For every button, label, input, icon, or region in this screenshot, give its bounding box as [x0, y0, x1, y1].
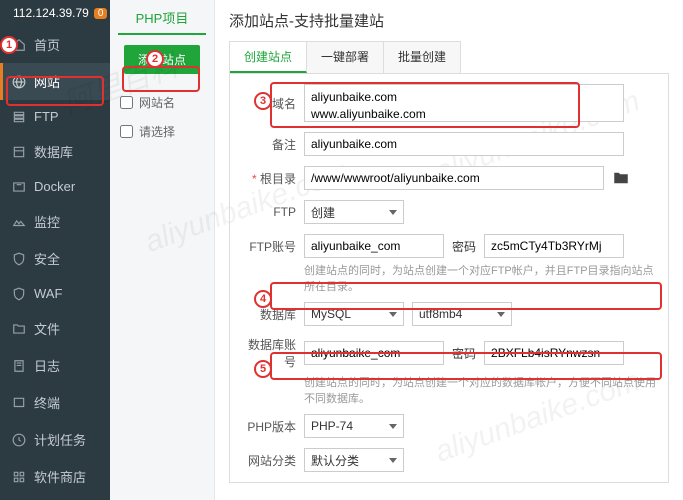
sidebar-label: 安全 [34, 249, 60, 268]
domain-input[interactable]: aliyunbaike.com www.aliyunbaike.com [304, 84, 624, 122]
tab-batch[interactable]: 批量创建 [384, 42, 460, 73]
remark-input[interactable] [304, 132, 624, 156]
menu-icon [12, 470, 26, 484]
sidebar-item-11[interactable]: 计划任务 [0, 421, 110, 458]
project-panel: PHP项目 添加站点 网站名 请选择 [110, 0, 215, 500]
sidebar-label: 文件 [34, 319, 60, 338]
php-select[interactable]: PHP-74 [304, 414, 404, 438]
tab-deploy[interactable]: 一键部署 [307, 42, 384, 73]
sidebar-label: WAF [34, 286, 62, 301]
label-ftp-account: FTP账号 [240, 238, 296, 255]
label-category: 网站分类 [240, 452, 296, 469]
sidebar-label: 软件商店 [34, 467, 86, 486]
menu-icon [12, 110, 26, 124]
label-db: 数据库 [240, 306, 296, 323]
sidebar-item-9[interactable]: 日志 [0, 347, 110, 384]
db-user-input[interactable] [304, 341, 444, 365]
label-ftp-pwd: 密码 [452, 238, 476, 255]
sidebar-label: 监控 [34, 212, 60, 231]
category-select[interactable]: 默认分类 [304, 448, 404, 472]
sidebar-item-3[interactable]: 数据库 [0, 133, 110, 170]
sidebar-label: 数据库 [34, 142, 73, 161]
label-db-pwd: 密码 [452, 345, 476, 362]
dialog-title: 添加站点-支持批量建站 [229, 10, 669, 31]
menu-icon [12, 322, 26, 336]
root-input[interactable] [304, 166, 604, 190]
chevron-down-icon [389, 312, 397, 317]
menu-icon [12, 215, 26, 229]
sidebar-label: 日志 [34, 356, 60, 375]
ftp-select[interactable]: 创建 [304, 200, 404, 224]
ftp-hint: 创建站点的同时，为站点创建一个对应FTP帐户，并且FTP目录指向站点所在目录。 [304, 262, 658, 294]
menu-icon [12, 252, 26, 266]
charset-select[interactable]: utf8mb4 [412, 302, 512, 326]
db-select[interactable]: MySQL [304, 302, 404, 326]
sidebar-item-5[interactable]: 监控 [0, 203, 110, 240]
notif-badge[interactable]: 0 [94, 8, 108, 19]
col-checkbox[interactable] [120, 96, 133, 109]
chevron-down-icon [497, 312, 505, 317]
sidebar-label: 终端 [34, 393, 60, 412]
sidebar-label: 网站 [34, 72, 60, 91]
menu-icon [12, 287, 26, 301]
server-ip: 112.124.39.79 [13, 6, 89, 20]
sidebar-item-12[interactable]: 软件商店 [0, 458, 110, 495]
server-ip-bar: 112.124.39.79 0 [0, 0, 110, 26]
menu-icon [12, 180, 26, 194]
sidebar-label: Docker [34, 179, 75, 194]
sidebar-item-7[interactable]: WAF [0, 277, 110, 310]
menu-icon [12, 359, 26, 373]
sidebar: 112.124.39.79 0 首页网站 FTP 数据库 Docker 监控安全 WAF 文… [0, 0, 110, 500]
label-phpver: PHP版本 [240, 418, 296, 435]
sidebar-label: 首页 [34, 35, 60, 54]
label-root: 根目录 [240, 170, 296, 187]
ftp-user-input[interactable] [304, 234, 444, 258]
sidebar-item-6[interactable]: 安全 [0, 240, 110, 277]
tab-create[interactable]: 创建站点 [230, 42, 307, 73]
col-select: 请选择 [139, 123, 175, 140]
chevron-down-icon [389, 424, 397, 429]
add-site-dialog: 添加站点-支持批量建站 创建站点 一键部署 批量创建 域名 aliyunbaik… [215, 0, 683, 500]
folder-icon[interactable] [612, 169, 630, 187]
db-pwd-input[interactable] [484, 341, 624, 365]
label-remark: 备注 [240, 136, 296, 153]
sidebar-item-8[interactable]: 文件 [0, 310, 110, 347]
select-checkbox[interactable] [120, 125, 133, 138]
menu-icon [12, 75, 26, 89]
menu-icon [12, 145, 26, 159]
ftp-pwd-input[interactable] [484, 234, 624, 258]
col-sitename: 网站名 [139, 94, 175, 111]
sidebar-label: 计划任务 [34, 430, 86, 449]
label-ftp: FTP [240, 205, 296, 219]
sidebar-item-4[interactable]: Docker [0, 170, 110, 203]
menu-icon [12, 396, 26, 410]
sidebar-item-2[interactable]: FTP [0, 100, 110, 133]
sidebar-item-1[interactable]: 网站 [0, 63, 110, 100]
sidebar-label: FTP [34, 109, 59, 124]
db-hint: 创建站点的同时，为站点创建一个对应的数据库帐户，方便不同站点使用不同数据库。 [304, 374, 658, 406]
chevron-down-icon [389, 210, 397, 215]
menu-icon [12, 433, 26, 447]
chevron-down-icon [389, 458, 397, 463]
dialog-tabs: 创建站点 一键部署 批量创建 [229, 41, 461, 73]
sidebar-item-10[interactable]: 终端 [0, 384, 110, 421]
php-project-tab[interactable]: PHP项目 [118, 8, 206, 35]
